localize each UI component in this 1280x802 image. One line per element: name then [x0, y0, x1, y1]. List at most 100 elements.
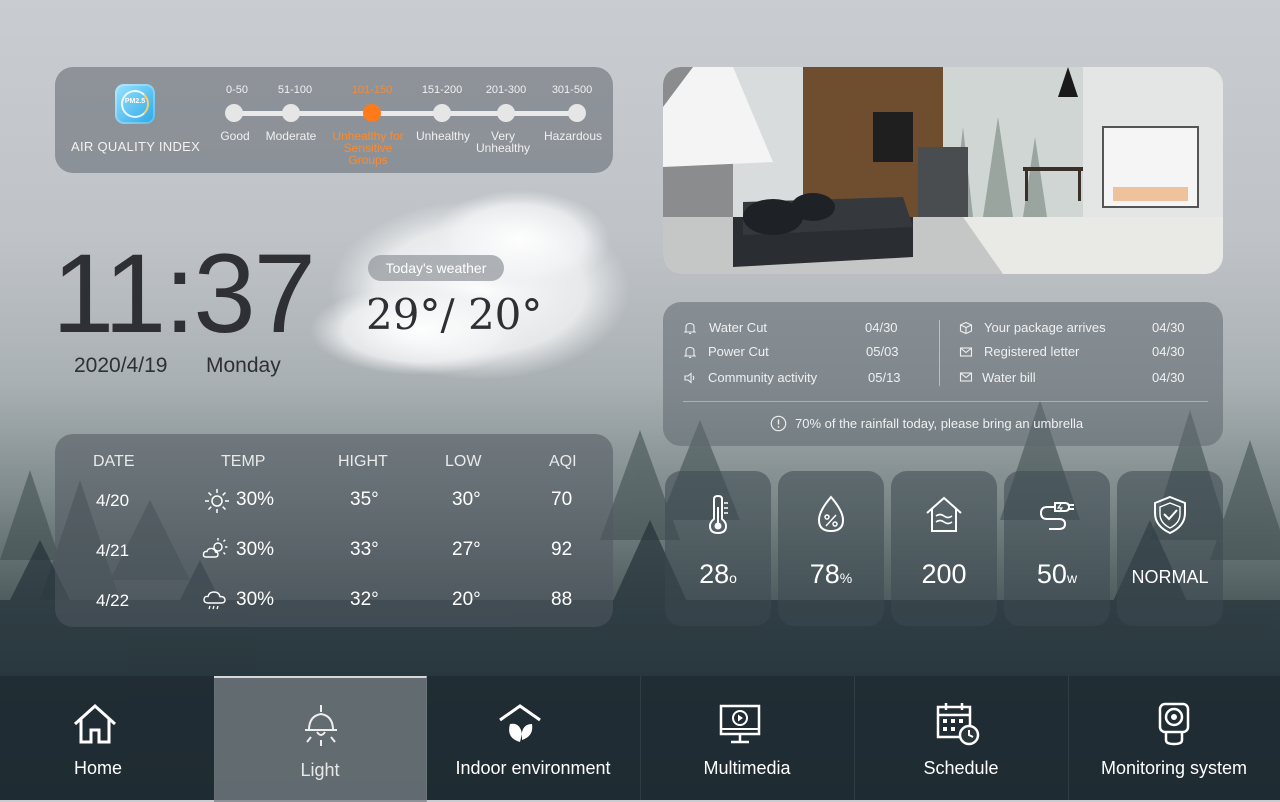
notice-label[interactable]: Water bill	[982, 370, 1036, 385]
power-plug-icon	[1039, 502, 1074, 530]
lamp-icon	[305, 705, 337, 746]
forecast-high: 35°	[350, 489, 379, 510]
notices-divider	[683, 401, 1208, 402]
aqi-range-label: 101-150	[351, 84, 393, 96]
air-quality-index-panel: PM2.5 AIR QUALITY INDEX 0-50 51-100 101-…	[55, 67, 613, 173]
clock-weekday: Monday	[206, 354, 281, 377]
notice-date: 04/30	[1152, 344, 1185, 359]
todays-temperature: 29°/ 20°	[366, 290, 543, 339]
aqi-level-dot[interactable]	[497, 104, 515, 122]
aqi-level-label: Hazardous	[543, 129, 603, 143]
nav-schedule[interactable]: Schedule	[854, 676, 1069, 800]
forecast-date: 4/22	[96, 591, 130, 610]
sensor-unit: w	[1066, 570, 1078, 586]
aqi-level-label: Very Unhealthy	[475, 129, 531, 155]
aqi-level-dot[interactable]	[568, 104, 586, 122]
nav-label: Multimedia	[703, 758, 791, 778]
nav-label: Indoor environment	[455, 758, 611, 778]
sensor-unit: o	[729, 570, 737, 586]
notice-label[interactable]: Power Cut	[708, 344, 769, 359]
pm25-logo-icon: PM2.5	[115, 84, 155, 124]
notice-label[interactable]: Community activity	[708, 370, 817, 385]
sensor-air-quality-card[interactable]: 200	[891, 471, 997, 626]
nav-label: Home	[73, 758, 122, 778]
speaker-icon	[684, 372, 695, 384]
notice-label[interactable]: Your package arrives	[984, 320, 1106, 335]
sun-icon	[205, 489, 229, 513]
forecast-temp: 30%	[236, 589, 275, 610]
sensor-status: NORMAL	[1131, 567, 1209, 587]
interior-photo	[663, 67, 1223, 274]
nav-indoor-environment[interactable]: Indoor environment	[426, 676, 641, 800]
forecast-temp: 30%	[236, 539, 275, 560]
bell-icon	[683, 346, 697, 359]
sensor-value: 50	[1036, 559, 1067, 589]
forecast-header-low: LOW	[445, 453, 482, 470]
sensor-value: 78	[809, 559, 840, 589]
aqi-level-dot[interactable]	[225, 104, 243, 122]
clock-date: 2020/4/19	[74, 354, 168, 377]
aqi-level-label: Moderate	[265, 129, 317, 143]
aqi-level-dot[interactable]	[282, 104, 300, 122]
rain-icon	[203, 591, 226, 610]
home-icon	[73, 703, 117, 744]
forecast-low: 27°	[452, 539, 481, 560]
nav-monitoring-system[interactable]: Monitoring system	[1068, 676, 1280, 800]
aqi-range-label: 201-300	[485, 84, 527, 96]
forecast-header-date: DATE	[93, 453, 135, 470]
camera-icon	[1158, 702, 1190, 746]
forecast-header-aqi: AQI	[549, 453, 577, 470]
aqi-range-label: 51-100	[277, 84, 313, 96]
nav-label: Light	[300, 760, 340, 780]
leaf-house-icon	[499, 704, 541, 742]
forecast-temp: 30%	[236, 489, 275, 510]
aqi-level-dot[interactable]	[433, 104, 451, 122]
aqi-range-label: 301-500	[551, 84, 593, 96]
forecast-header-high: HIGHT	[338, 453, 388, 470]
nav-label: Schedule	[923, 758, 999, 778]
nav-label: Monitoring system	[1100, 758, 1248, 778]
mail-icon	[959, 347, 973, 357]
forecast-high: 32°	[350, 589, 379, 610]
notice-date: 04/30	[865, 320, 898, 335]
notices-divider	[939, 320, 940, 386]
sensor-temperature-card[interactable]: 28o	[665, 471, 771, 626]
aqi-range-label: 0-50	[225, 84, 249, 96]
rain-tip: 70% of the rainfall today, please bring …	[795, 416, 1084, 431]
bottom-nav: Home Light Indoor environment Multimedia	[0, 676, 1280, 802]
notice-date: 05/03	[866, 344, 899, 359]
todays-weather-badge: Today's weather	[368, 255, 504, 281]
sensor-humidity-card[interactable]: 78%	[778, 471, 884, 626]
forecast-header-temp: TEMP	[221, 453, 266, 470]
forecast-table: DATE TEMP HIGHT LOW AQI 4/20 30% 35° 30°…	[55, 434, 613, 627]
nav-home[interactable]: Home	[0, 676, 215, 800]
notice-date: 05/13	[868, 370, 901, 385]
nav-multimedia[interactable]: Multimedia	[640, 676, 855, 800]
forecast-aqi: 70	[551, 489, 573, 510]
notice-date: 04/30	[1152, 370, 1185, 385]
notices-panel: Water Cut 04/30 Power Cut 05/03 Communit…	[663, 302, 1223, 446]
aqi-level-dot-active[interactable]	[363, 104, 381, 122]
nav-light[interactable]: Light	[214, 676, 427, 802]
thermometer-icon	[708, 494, 728, 535]
notice-label[interactable]: Registered letter	[984, 344, 1079, 359]
mail-icon	[959, 372, 973, 382]
sensor-power-card[interactable]: 50w	[1004, 471, 1110, 626]
humidity-icon	[817, 495, 845, 533]
partly-cloudy-icon	[202, 538, 228, 558]
forecast-low: 30°	[452, 489, 481, 510]
sensor-value: 200	[921, 559, 967, 589]
notice-label[interactable]: Water Cut	[709, 320, 767, 335]
forecast-aqi: 88	[551, 589, 573, 610]
calendar-clock-icon	[936, 703, 980, 746]
package-icon	[959, 321, 973, 335]
monitor-play-icon	[719, 704, 761, 744]
sensor-security-card[interactable]: NORMAL	[1117, 471, 1223, 626]
info-icon	[770, 415, 787, 432]
sensor-value: 28	[699, 559, 730, 589]
notice-date: 04/30	[1152, 320, 1185, 335]
air-house-icon	[926, 496, 962, 532]
forecast-date: 4/20	[96, 491, 130, 510]
forecast-high: 33°	[350, 539, 379, 560]
aqi-title: AIR QUALITY INDEX	[71, 139, 201, 154]
